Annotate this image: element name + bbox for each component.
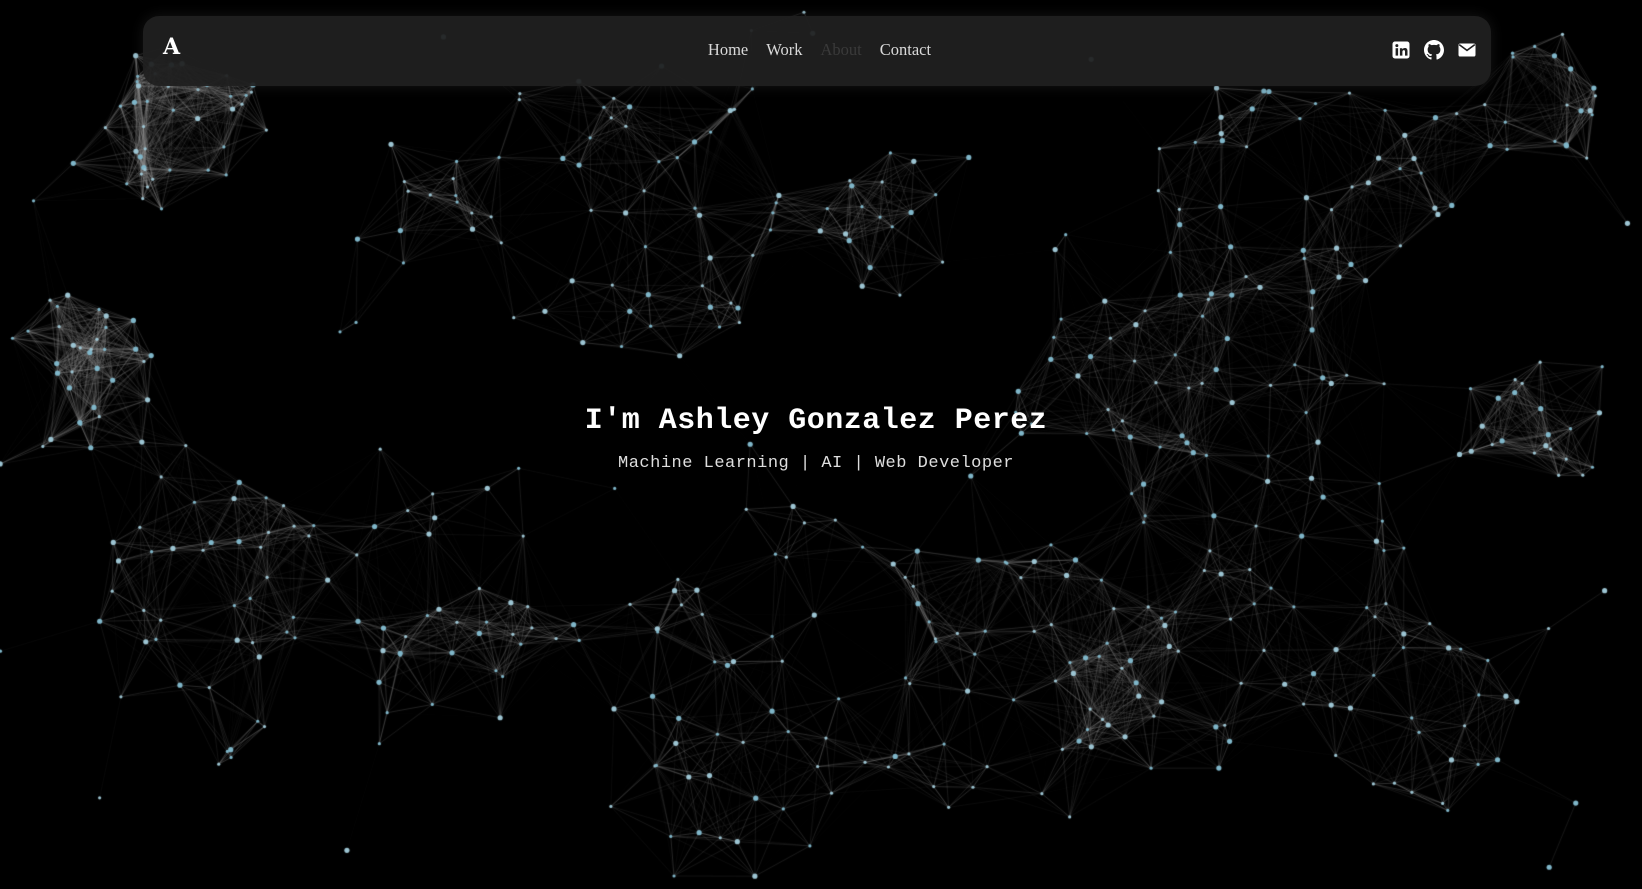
nav-link-contact[interactable]: Contact [880, 40, 931, 60]
navbar: A Home Work About Contact [143, 16, 1491, 86]
nav-links: Home Work About Contact [143, 40, 1491, 60]
github-icon[interactable] [1424, 40, 1444, 60]
envelope-icon[interactable] [1457, 40, 1477, 60]
nav-link-about[interactable]: About [821, 40, 862, 60]
linkedin-icon[interactable] [1391, 40, 1411, 60]
hero-title: I'm Ashley Gonzalez Perez [584, 404, 1048, 438]
nav-link-home[interactable]: Home [708, 40, 748, 60]
hero-subtitle: Machine Learning | AI | Web Developer [618, 454, 1014, 473]
social-links [1391, 40, 1477, 60]
hero-section: I'm Ashley Gonzalez Perez Machine Learni… [0, 404, 1632, 473]
nav-link-work[interactable]: Work [766, 40, 802, 60]
